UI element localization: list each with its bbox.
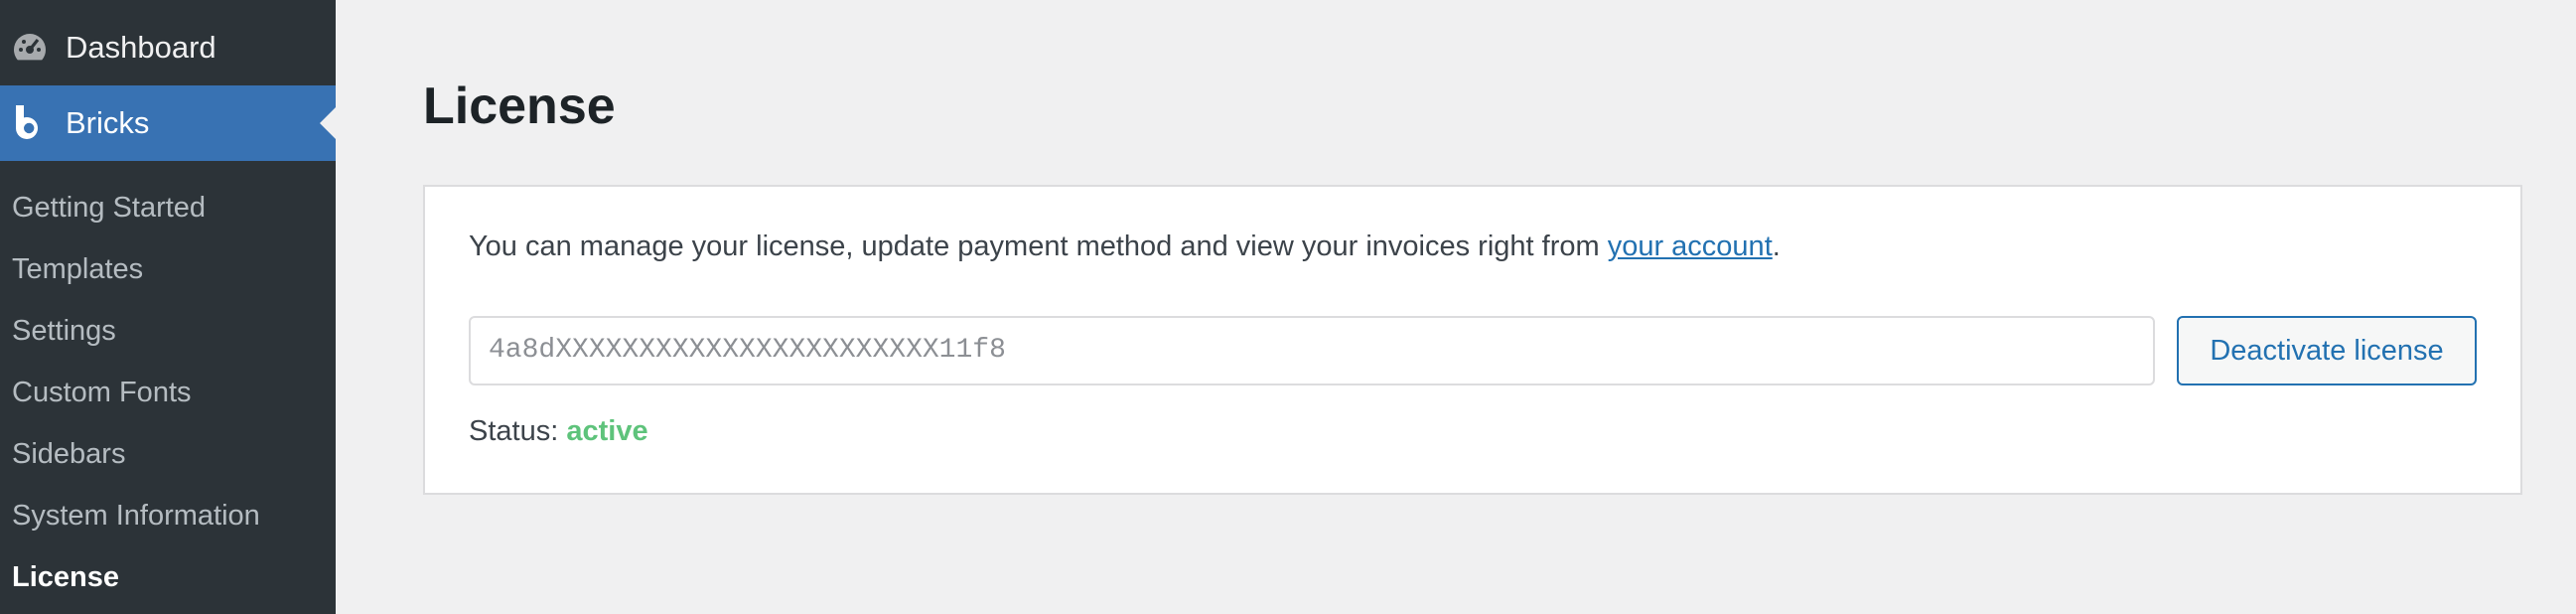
license-panel: You can manage your license, update paym… <box>423 185 2522 495</box>
dashboard-gauge-icon <box>4 22 56 74</box>
description-period: . <box>1772 230 1781 262</box>
page-title: License <box>423 77 616 135</box>
deactivate-license-button[interactable]: Deactivate license <box>2177 316 2477 385</box>
menu-dashboard[interactable]: Dashboard <box>0 10 336 85</box>
status-label: Status: <box>469 415 559 447</box>
admin-sidebar: Dashboard Bricks Getting Started Templat… <box>0 0 336 614</box>
submenu-item-settings[interactable]: Settings <box>0 300 336 362</box>
submenu-item-custom-fonts[interactable]: Custom Fonts <box>0 362 336 423</box>
license-key-input[interactable]: 4a8dXXXXXXXXXXXXXXXXXXXXXXX11f8 <box>469 316 2155 385</box>
menu-dashboard-label: Dashboard <box>66 30 216 65</box>
status-value: active <box>566 415 648 447</box>
license-status: Status: active <box>469 411 648 451</box>
submenu-item-templates[interactable]: Templates <box>0 238 336 300</box>
submenu-item-system-information[interactable]: System Information <box>0 485 336 546</box>
your-account-link[interactable]: your account <box>1608 230 1773 262</box>
bricks-submenu: Getting Started Templates Settings Custo… <box>0 177 336 608</box>
wp-admin-page: Dashboard Bricks Getting Started Templat… <box>0 0 2576 614</box>
submenu-item-license[interactable]: License <box>0 546 336 608</box>
submenu-item-getting-started[interactable]: Getting Started <box>0 177 336 238</box>
bricks-b-icon <box>4 97 56 149</box>
menu-bricks[interactable]: Bricks <box>0 85 336 161</box>
description-text: You can manage your license, update paym… <box>469 230 1608 262</box>
current-menu-arrow <box>320 107 336 139</box>
license-description: You can manage your license, update paym… <box>469 227 1781 266</box>
menu-bricks-label: Bricks <box>66 105 150 140</box>
submenu-item-sidebars[interactable]: Sidebars <box>0 423 336 485</box>
